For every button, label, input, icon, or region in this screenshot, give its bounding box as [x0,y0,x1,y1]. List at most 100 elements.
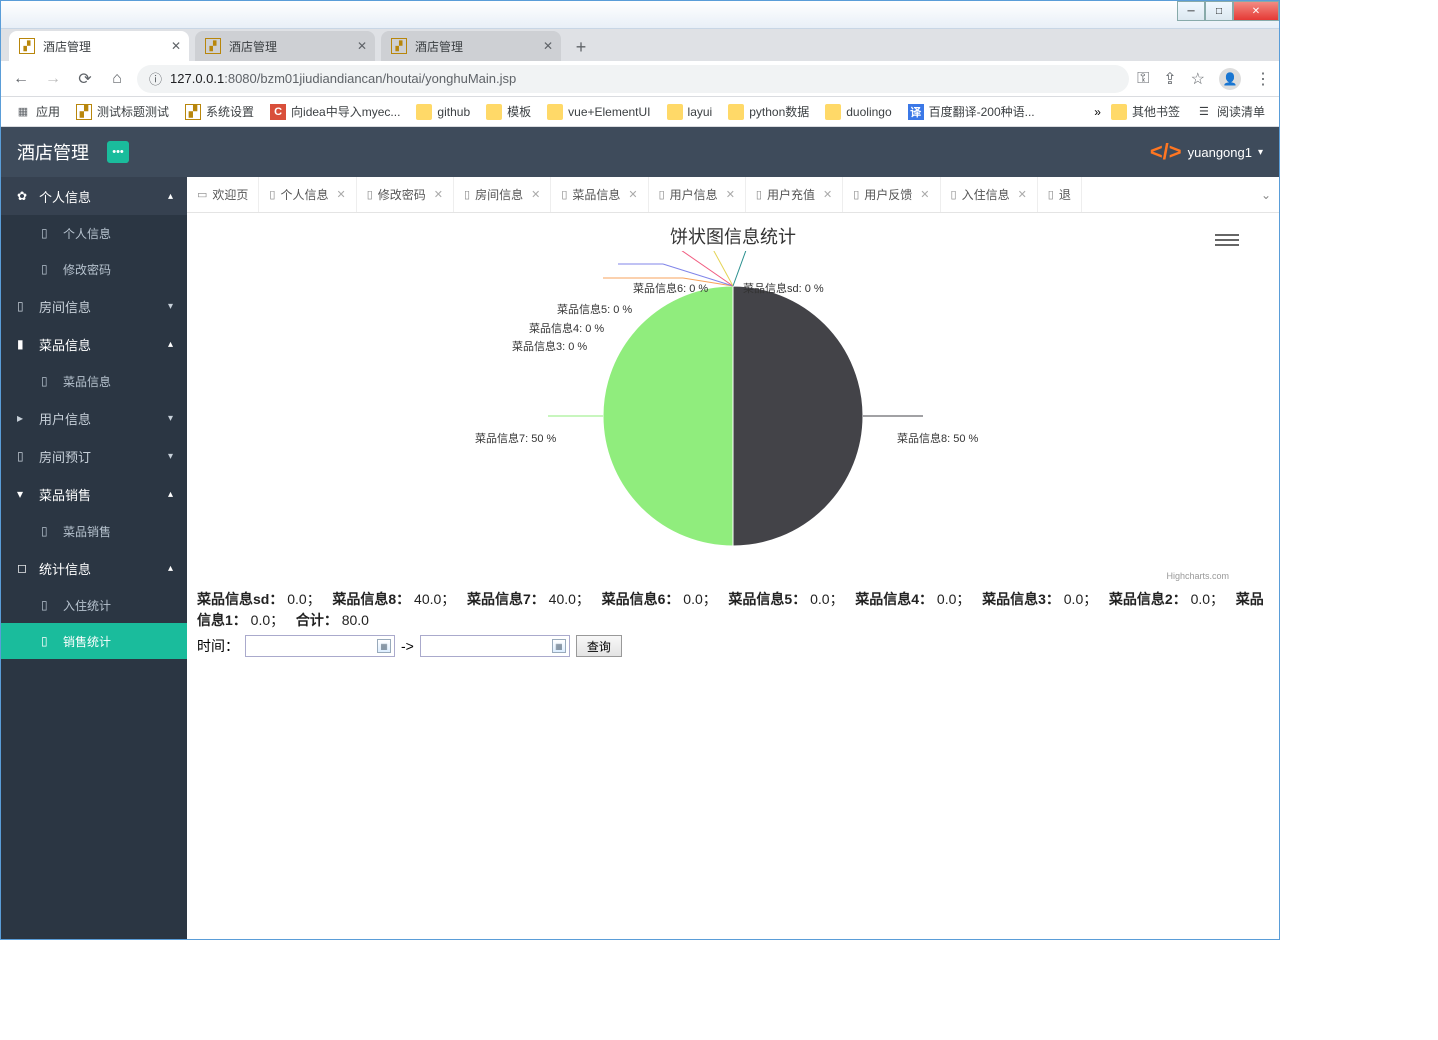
sidebar-label: 修改密码 [63,261,111,278]
square-icon: ◻ [17,561,31,575]
sidebar-item-room[interactable]: ▯房间信息▾ [1,287,187,325]
content-tab[interactable]: ▯房间信息✕ [454,177,551,212]
sidebar-item-user[interactable]: ▸用户信息▾ [1,399,187,437]
sidebar-item-dish[interactable]: ▮菜品信息▴ [1,325,187,363]
content-tab-welcome[interactable]: ▭欢迎页 [187,177,259,212]
tab-label: 用户信息 [670,186,718,203]
other-bookmarks[interactable]: 其他书签 [1105,100,1186,123]
browser-tab[interactable]: ▞酒店管理✕ [381,31,561,61]
folder-icon: ▮ [17,337,31,351]
chart-menu-button[interactable] [1215,229,1239,251]
sidebar-toggle-button[interactable]: ••• [107,141,129,163]
tab-close-icon[interactable]: ✕ [726,188,735,201]
chevron-down-icon[interactable]: ▾ [1258,147,1263,158]
new-tab-button[interactable]: + [567,33,595,61]
username-label[interactable]: yuangong1 [1188,145,1252,160]
content-tab[interactable]: ▯修改密码✕ [357,177,454,212]
tab-label: 退 [1059,186,1071,203]
key-icon[interactable]: ⚿ [1137,70,1149,88]
folder-icon [486,104,502,120]
bookmark[interactable]: C向idea中导入myec... [264,100,406,123]
sidebar-item-sales[interactable]: ▾菜品销售▴ [1,475,187,513]
share-icon[interactable]: ⇪ [1163,69,1176,89]
date-to-input[interactable]: ▦ [420,635,570,657]
sidebar-sub-personal-info[interactable]: ▯个人信息 [1,215,187,251]
sidebar-sub-dish-info[interactable]: ▯菜品信息 [1,363,187,399]
tab-label: 修改密码 [378,186,426,203]
tab-title: 酒店管理 [415,38,463,55]
file-icon: ▯ [41,598,55,612]
sidebar-label: 统计信息 [39,559,91,578]
address-bar[interactable]: ⓘ 127.0.0.1:8080/bzm01jiudiandiancan/hou… [137,65,1129,93]
separator: -> [401,638,414,654]
sidebar-label: 用户信息 [39,409,91,428]
chevron-down-icon: ▾ [168,451,173,462]
tab-overflow-button[interactable]: ⌄ [1253,188,1279,202]
file-icon: ▯ [17,449,31,463]
bookmarks-overflow[interactable]: » [1094,105,1101,119]
bookmark[interactable]: ▞测试标题测试 [70,100,175,123]
star-icon[interactable]: ☆ [1191,69,1205,89]
bookmark-label: layui [688,105,713,119]
tab-label: 房间信息 [475,186,523,203]
content-tab[interactable]: ▯退 [1038,177,1082,212]
tab-close-icon[interactable]: ✕ [434,188,443,201]
sidebar-label: 菜品销售 [63,523,111,540]
bookmark[interactable]: vue+ElementUI [541,101,656,123]
home-button[interactable]: ⌂ [105,67,129,91]
bookmarks-bar: ▦应用 ▞测试标题测试 ▞系统设置 C向idea中导入myec... githu… [1,97,1279,127]
tab-close-icon[interactable]: ✕ [1018,188,1027,201]
sidebar-sub-dish-sales[interactable]: ▯菜品销售 [1,513,187,549]
folder-icon [416,104,432,120]
browser-tab[interactable]: ▞酒店管理✕ [9,31,189,61]
bookmark[interactable]: python数据 [722,100,815,123]
tab-close-icon[interactable]: ✕ [543,39,553,53]
profile-icon[interactable]: 👤 [1219,68,1241,90]
menu-icon[interactable]: ⋮ [1255,69,1271,89]
sidebar-label: 入住统计 [63,597,111,614]
tab-label: 用户充值 [767,186,815,203]
sidebar-sub-checkin-stats[interactable]: ▯ 入住统计 [1,587,187,623]
tab-close-icon[interactable]: ✕ [357,39,367,53]
sidebar-sub-sales-stats[interactable]: ▯销售统计 [1,623,187,659]
apps-button[interactable]: ▦应用 [9,100,66,123]
tab-close-icon[interactable]: ✕ [531,188,540,201]
window-maximize-button[interactable]: □ [1205,1,1233,21]
bookmark[interactable]: duolingo [819,101,897,123]
reload-button[interactable]: ⟳ [73,67,97,91]
bookmark[interactable]: github [410,101,476,123]
tab-close-icon[interactable]: ✕ [171,39,181,53]
tab-close-icon[interactable]: ✕ [337,188,346,201]
bookmark[interactable]: 模板 [480,100,537,123]
tab-close-icon[interactable]: ✕ [628,188,637,201]
tab-close-icon[interactable]: ✕ [823,188,832,201]
date-from-input[interactable]: ▦ [245,635,395,657]
bookmark[interactable]: layui [661,101,719,123]
content-tab[interactable]: ▯用户反馈✕ [843,177,940,212]
sidebar-label: 个人信息 [39,187,91,206]
tab-label: 个人信息 [280,186,328,203]
tab-label: 入住信息 [962,186,1010,203]
bookmark[interactable]: 译百度翻译-200种语... [902,100,1041,123]
forward-button[interactable]: → [41,67,65,91]
content-tab[interactable]: ▯入住信息✕ [941,177,1038,212]
content-tab[interactable]: ▯菜品信息✕ [551,177,648,212]
chart-credit: Highcharts.com [1166,571,1229,581]
back-button[interactable]: ← [9,67,33,91]
bookmark[interactable]: ▞系统设置 [179,100,260,123]
sidebar-item-personal[interactable]: ✿个人信息▴ [1,177,187,215]
os-titlebar: ─ □ ✕ [1,1,1279,29]
sidebar-item-stats[interactable]: ◻统计信息▴ [1,549,187,587]
content-tab[interactable]: ▯个人信息✕ [259,177,356,212]
content-tab[interactable]: ▯用户充值✕ [746,177,843,212]
window-minimize-button[interactable]: ─ [1177,1,1205,21]
window-close-button[interactable]: ✕ [1233,1,1279,21]
content-tab[interactable]: ▯用户信息✕ [649,177,746,212]
reading-list[interactable]: ☰阅读清单 [1190,100,1271,123]
tab-close-icon[interactable]: ✕ [920,188,929,201]
tab-label: 用户反馈 [864,186,912,203]
browser-tab[interactable]: ▞酒店管理✕ [195,31,375,61]
query-button[interactable]: 查询 [576,635,622,657]
sidebar-sub-change-password[interactable]: ▯修改密码 [1,251,187,287]
sidebar-item-booking[interactable]: ▯房间预订▾ [1,437,187,475]
